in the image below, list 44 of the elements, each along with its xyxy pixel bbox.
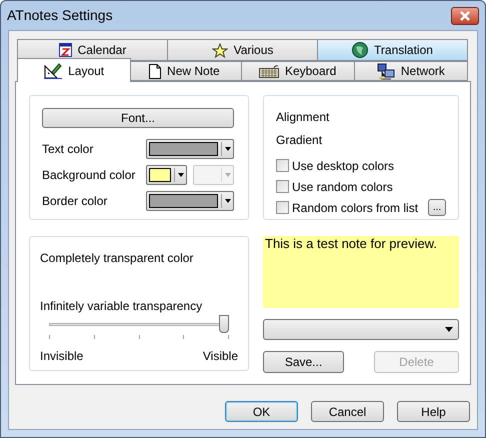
checkbox[interactable]: Use random colors xyxy=(276,178,393,196)
field-label: Background color xyxy=(42,167,136,184)
color-picker[interactable] xyxy=(146,139,234,159)
font-button[interactable]: Font... xyxy=(42,108,234,128)
star-icon xyxy=(212,42,228,58)
save-button[interactable]: Save... xyxy=(263,351,344,373)
calendar-icon xyxy=(58,43,72,57)
dialog-button[interactable]: Cancel xyxy=(311,401,384,422)
tab[interactable]: Keyboard xyxy=(240,61,355,81)
more-button[interactable]: ... xyxy=(428,199,446,216)
caret-icon xyxy=(225,199,231,203)
caret-icon xyxy=(225,173,231,177)
close-button[interactable] xyxy=(451,6,479,24)
note-preview: This is a test note for preview. xyxy=(263,236,459,308)
dialog-button[interactable]: OK xyxy=(225,401,298,422)
tab[interactable]: Layout xyxy=(17,58,132,82)
slider-label: Visible xyxy=(202,348,238,365)
dialog-button[interactable]: Help xyxy=(397,401,470,422)
caret-icon xyxy=(445,327,453,332)
color-picker[interactable] xyxy=(146,191,234,211)
field-label: Infinitely variable transparency xyxy=(40,298,204,313)
checkbox[interactable]: Use desktop colors xyxy=(276,156,394,174)
tab[interactable]: Network xyxy=(354,61,468,81)
field-label: Gradient xyxy=(276,132,324,149)
ruler-pencil-icon xyxy=(44,62,62,79)
globe-icon xyxy=(352,42,368,58)
checkbox[interactable]: Random colors from list xyxy=(276,198,418,216)
tab[interactable]: Various xyxy=(167,39,318,61)
caret-icon xyxy=(225,147,231,151)
field-label: Border color xyxy=(42,193,108,210)
color-picker[interactable] xyxy=(146,165,187,185)
page-icon xyxy=(149,64,162,78)
tab[interactable]: Translation xyxy=(317,39,468,61)
keyboard-icon xyxy=(258,64,279,78)
window-title: ATnotes Settings xyxy=(7,6,113,25)
caret-icon xyxy=(178,173,184,177)
field-label: Text color xyxy=(42,141,94,158)
scheme-dropdown[interactable] xyxy=(263,319,459,340)
field-label: Completely transparent color xyxy=(40,250,194,267)
slider-label: Invisible xyxy=(40,348,84,365)
close-icon xyxy=(459,10,471,20)
field-label: Alignment xyxy=(276,109,330,126)
slider[interactable] xyxy=(49,315,229,335)
network-computers-icon xyxy=(376,62,395,80)
